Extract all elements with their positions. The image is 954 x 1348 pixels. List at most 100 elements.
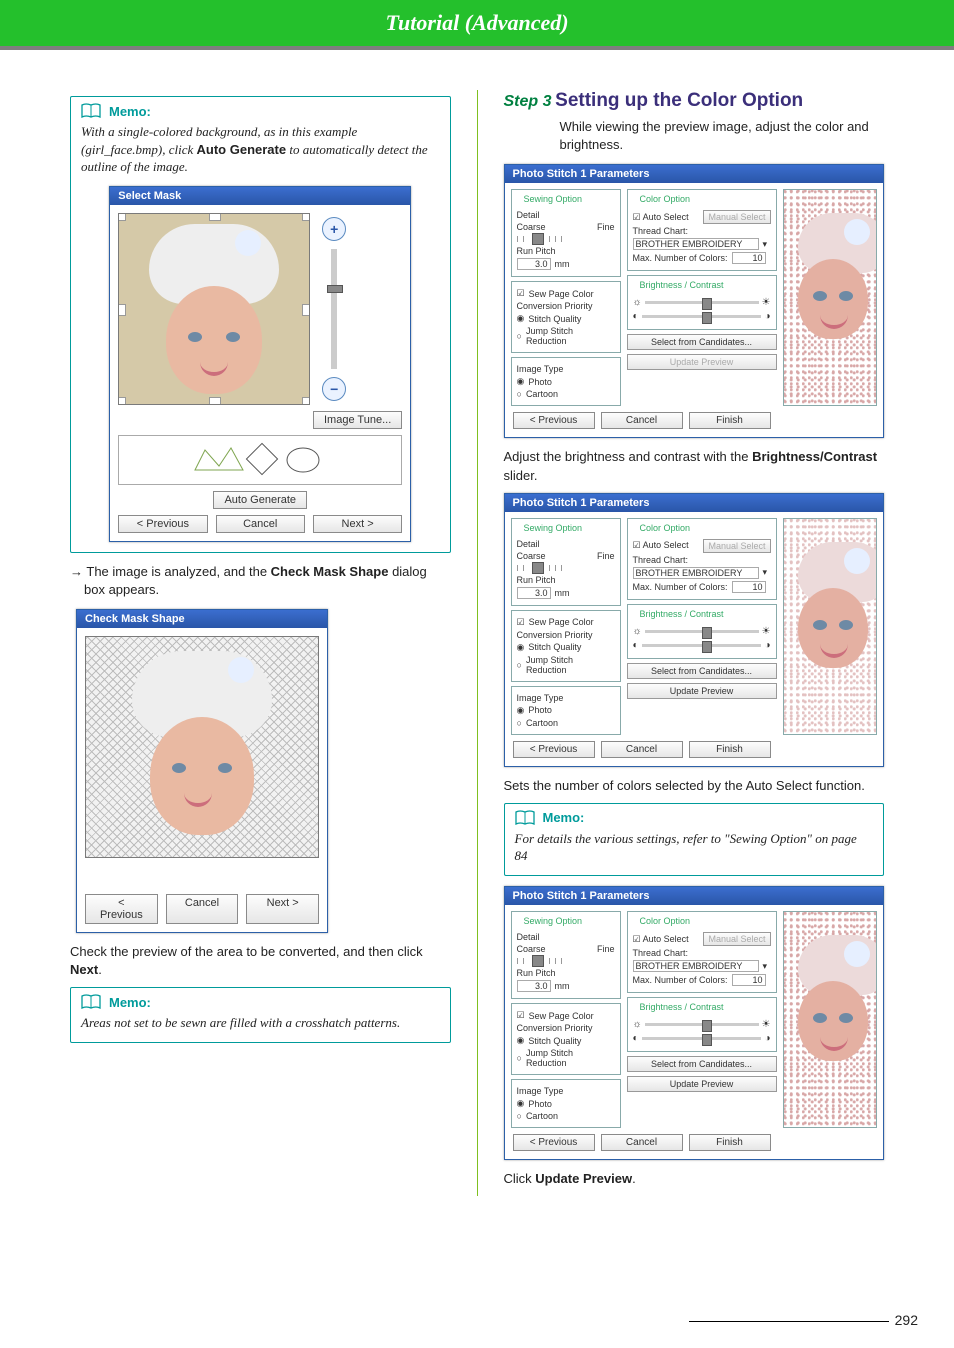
contrast-slider[interactable]: ◐◑ [633,640,771,651]
jump-reduction-radio[interactable]: Jump Stitch Reduction [526,1048,615,1068]
sun-dim-icon: ☼ [633,1019,642,1030]
mask-preview [85,636,319,858]
label: Max. Number of Colors: [633,253,728,263]
next-button[interactable]: Next > [313,515,402,533]
run-pitch-input[interactable]: 3.0 [517,980,551,992]
group-label: Color Option [637,523,694,533]
chevron-down-icon[interactable]: ▾ [763,567,768,578]
book-icon [515,810,535,826]
column-separator [477,90,478,1196]
zoom-slider[interactable] [331,249,337,369]
label: mm [555,981,570,991]
zoom-out-icon[interactable]: − [322,377,346,401]
jump-reduction-radio[interactable]: Jump Stitch Reduction [526,655,615,675]
max-colors-input[interactable]: 10 [732,252,766,264]
run-pitch-input[interactable]: 3.0 [517,587,551,599]
finish-button[interactable]: Finish [689,741,771,758]
previous-button[interactable]: < Previous [513,1134,595,1151]
previous-button[interactable]: < Previous [85,894,158,924]
run-pitch-input[interactable]: 3.0 [517,258,551,270]
detail-slider[interactable] [517,234,615,244]
group-label: Brightness / Contrast [637,280,727,290]
auto-generate-button[interactable]: Auto Generate [213,491,307,509]
shape-selector[interactable] [118,435,402,485]
dialog-title: Photo Stitch 1 Parameters [505,165,884,183]
instruction-text: Sets the number of colors selected by th… [504,777,885,795]
memo-header: Memo: [515,810,874,826]
memo-box: Memo: With a single-colored background, … [70,96,451,553]
contrast-slider[interactable]: ◐◑ [633,1033,771,1044]
label: Detail [517,210,615,220]
label: Fine [597,551,615,561]
cancel-button[interactable]: Cancel [216,515,305,533]
auto-select-checkbox[interactable]: Auto Select [643,934,689,944]
update-preview-button[interactable]: Update Preview [627,683,777,699]
instruction-text: Click Update Preview. [504,1170,885,1188]
stitch-quality-radio[interactable]: Stitch Quality [528,1036,581,1046]
image-tune-button[interactable]: Image Tune... [313,411,402,429]
contrast-high-icon: ◑ [764,1033,770,1044]
auto-select-checkbox[interactable]: Auto Select [643,212,689,222]
finish-button[interactable]: Finish [689,1134,771,1151]
left-column: Memo: With a single-colored background, … [70,90,451,1196]
group-label: Brightness / Contrast [637,609,727,619]
step-number: Step 3 [504,93,552,110]
group-label: Color Option [637,194,694,204]
page-title: Tutorial (Advanced) [0,0,954,50]
max-colors-input[interactable]: 10 [732,581,766,593]
preview-image [783,911,878,1128]
thread-chart-select[interactable]: BROTHER EMBROIDERY [633,960,759,972]
text: Check the preview of the area to be conv… [70,944,423,959]
max-colors-input[interactable]: 10 [732,974,766,986]
mask-image[interactable] [118,213,310,405]
sew-page-color-checkbox[interactable]: Sew Page Color [529,289,594,299]
contrast-low-icon: ◐ [633,640,639,651]
cartoon-radio[interactable]: Cartoon [526,389,558,399]
cancel-button[interactable]: Cancel [601,412,683,429]
label: Coarse [517,944,546,954]
zoom-in-icon[interactable]: + [322,217,346,241]
detail-slider[interactable] [517,956,615,966]
memo-bold: Auto Generate [197,142,287,157]
book-icon [81,994,101,1010]
thread-chart-select[interactable]: BROTHER EMBROIDERY [633,238,759,250]
update-preview-button[interactable]: Update Preview [627,1076,777,1092]
finish-button[interactable]: Finish [689,412,771,429]
photo-radio[interactable]: Photo [528,705,552,715]
detail-slider[interactable] [517,563,615,573]
jump-reduction-radio[interactable]: Jump Stitch Reduction [526,326,615,346]
brightness-slider[interactable]: ☼☀ [633,297,771,308]
chevron-down-icon[interactable]: ▾ [763,239,768,250]
dialog-title: Photo Stitch 1 Parameters [505,887,884,905]
chevron-down-icon[interactable]: ▾ [763,961,768,972]
sew-page-color-checkbox[interactable]: Sew Page Color [529,617,594,627]
label: Detail [517,932,615,942]
auto-select-checkbox[interactable]: Auto Select [643,540,689,550]
contrast-slider[interactable]: ◐◑ [633,311,771,322]
thread-chart-select[interactable]: BROTHER EMBROIDERY [633,567,759,579]
cartoon-radio[interactable]: Cartoon [526,1111,558,1121]
memo-label: Memo: [109,104,151,119]
photo-radio[interactable]: Photo [528,1099,552,1109]
cancel-button[interactable]: Cancel [601,1134,683,1151]
select-candidates-button[interactable]: Select from Candidates... [627,663,777,679]
previous-button[interactable]: < Previous [513,741,595,758]
previous-button[interactable]: < Previous [118,515,207,533]
select-candidates-button[interactable]: Select from Candidates... [627,334,777,350]
manual-select-button: Manual Select [703,932,770,946]
brightness-slider[interactable]: ☼☀ [633,626,771,637]
photo-radio[interactable]: Photo [528,377,552,387]
group-label: Sewing Option [521,194,586,204]
brightness-slider[interactable]: ☼☀ [633,1019,771,1030]
previous-button[interactable]: < Previous [513,412,595,429]
next-button[interactable]: Next > [246,894,319,924]
select-candidates-button[interactable]: Select from Candidates... [627,1056,777,1072]
stitch-quality-radio[interactable]: Stitch Quality [528,314,581,324]
stitch-quality-radio[interactable]: Stitch Quality [528,642,581,652]
sew-page-color-checkbox[interactable]: Sew Page Color [529,1011,594,1021]
cartoon-radio[interactable]: Cartoon [526,718,558,728]
photo-stitch-dialog: Photo Stitch 1 Parameters Sewing Option … [504,493,885,767]
cancel-button[interactable]: Cancel [601,741,683,758]
sewing-option-group: Sewing Option Detail Coarse Fine Run Pit… [511,189,621,277]
cancel-button[interactable]: Cancel [166,894,239,924]
